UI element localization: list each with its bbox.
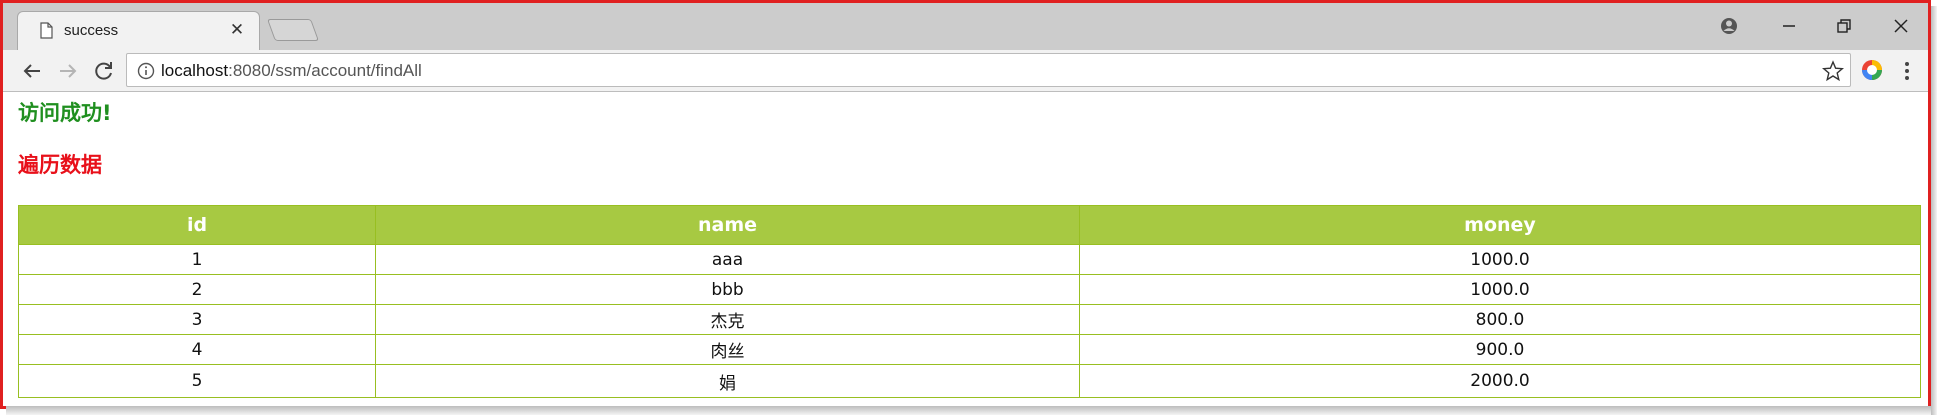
cell-id: 3 [18, 304, 376, 335]
menu-icon[interactable] [1903, 59, 1911, 83]
table-row: 3 杰克 800.0 [18, 304, 1921, 335]
cell-money: 1000.0 [1079, 244, 1921, 275]
cell-money: 2000.0 [1079, 364, 1921, 398]
table-header-row: id name money [18, 205, 1921, 245]
tab-success[interactable]: success ✕ [17, 11, 260, 50]
url-host: localhost [161, 61, 229, 80]
table-row: 1 aaa 1000.0 [18, 244, 1921, 275]
success-heading: 访问成功! [18, 101, 112, 125]
profile-icon[interactable] [1718, 15, 1740, 37]
table-row: 5 娟 2000.0 [18, 364, 1921, 398]
cell-name: 肉丝 [375, 334, 1080, 365]
close-icon[interactable]: ✕ [227, 19, 247, 41]
tab-strip: success ✕ [3, 3, 1928, 50]
table-row: 4 肉丝 900.0 [18, 334, 1921, 365]
cell-money: 1000.0 [1079, 274, 1921, 305]
data-heading: 遍历数据 [18, 153, 102, 177]
cell-money: 800.0 [1079, 304, 1921, 335]
window-shadow-bottom [6, 406, 1937, 415]
cell-name: 杰克 [375, 304, 1080, 335]
cell-name: bbb [375, 274, 1080, 305]
back-icon[interactable] [19, 58, 45, 84]
info-icon[interactable] [137, 62, 155, 80]
column-header-id: id [18, 205, 376, 245]
account-table: id name money 1 aaa 1000.0 2 bbb 1000.0 … [18, 205, 1921, 398]
window-close-icon[interactable] [1890, 15, 1912, 37]
extension-icon[interactable] [1860, 58, 1884, 82]
browser-window: success ✕ localhost:8080/ssm/account/fin… [0, 0, 1931, 409]
table-row: 2 bbb 1000.0 [18, 274, 1921, 305]
restore-icon[interactable] [1833, 15, 1855, 37]
page-icon [40, 22, 53, 39]
column-header-money: money [1079, 205, 1921, 245]
url-path: :8080/ssm/account/findAll [228, 61, 422, 80]
cell-id: 1 [18, 244, 376, 275]
page-content: 访问成功! 遍历数据 id name money 1 aaa 1000.0 2 … [18, 99, 1922, 398]
forward-icon[interactable] [55, 58, 81, 84]
url-text: localhost:8080/ssm/account/findAll [161, 61, 422, 81]
column-header-name: name [375, 205, 1080, 245]
minimize-icon[interactable] [1778, 15, 1800, 37]
browser-toolbar: localhost:8080/ssm/account/findAll [3, 50, 1928, 92]
reload-icon[interactable] [91, 58, 117, 84]
bookmark-star-icon[interactable] [1821, 60, 1845, 82]
window-shadow-right [1931, 6, 1937, 415]
cell-id: 2 [18, 274, 376, 305]
address-bar[interactable]: localhost:8080/ssm/account/findAll [126, 53, 1851, 87]
cell-id: 4 [18, 334, 376, 365]
cell-money: 900.0 [1079, 334, 1921, 365]
tab-title: success [64, 22, 119, 39]
cell-name: aaa [375, 244, 1080, 275]
cell-name: 娟 [375, 364, 1080, 398]
cell-id: 5 [18, 364, 376, 398]
new-tab-icon[interactable] [266, 19, 320, 41]
